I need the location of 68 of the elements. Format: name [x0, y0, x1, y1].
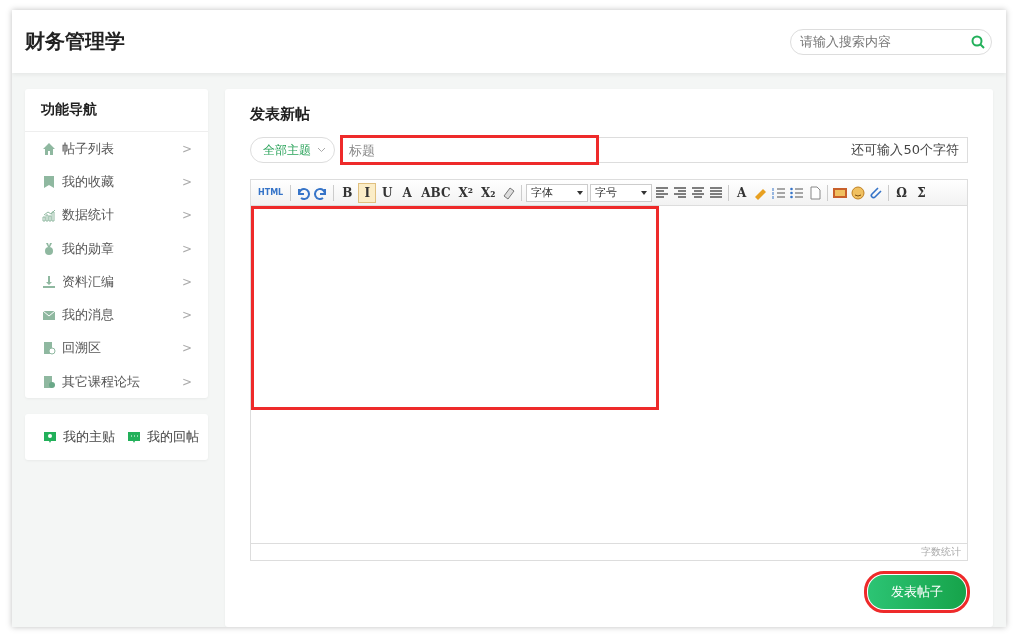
font-select[interactable]: 字体 — [525, 183, 588, 202]
download-icon — [42, 274, 56, 289]
chevron: > — [181, 241, 192, 256]
caret-icon — [640, 190, 647, 195]
nav-label: 数据统计 — [62, 206, 115, 225]
nav-label: 我的消息 — [62, 306, 115, 325]
align-center-icon[interactable] — [689, 184, 706, 201]
post-link[interactable]: 我的回帖 — [127, 428, 199, 447]
format-tool[interactable]: X₂ — [478, 182, 499, 203]
format-tool[interactable]: X² — [455, 182, 477, 203]
compose-title: 发表新帖 — [250, 105, 311, 124]
char-counter: 还可输入50个字符 — [851, 141, 959, 159]
nav-title: 功能导航 — [25, 89, 208, 132]
chevron: > — [181, 374, 192, 389]
title-field[interactable]: 标题 还可输入50个字符 — [341, 137, 968, 163]
medal-icon — [42, 241, 56, 256]
bookmark-icon — [42, 174, 56, 189]
user-board-icon — [43, 430, 57, 445]
format-tool[interactable]: A — [398, 182, 417, 203]
chevron: > — [181, 341, 192, 356]
link-label: 我的主贴 — [63, 428, 115, 447]
search-icon[interactable] — [971, 34, 985, 49]
chevron: > — [181, 141, 192, 156]
format-tool[interactable]: B — [338, 182, 357, 203]
format-tool[interactable]: A — [732, 182, 751, 203]
font-select[interactable]: 字号 — [589, 183, 652, 202]
chevron: > — [181, 274, 192, 289]
nav-item[interactable]: 我的消息 > — [25, 298, 208, 332]
format-tool[interactable]: Ω — [892, 182, 911, 203]
smiley-icon[interactable] — [849, 184, 866, 201]
mail-icon — [42, 308, 56, 323]
align-left-icon[interactable] — [653, 184, 670, 201]
link-label: 我的回帖 — [147, 428, 199, 447]
format-tool[interactable]: U — [378, 182, 397, 203]
chevron: > — [181, 174, 192, 189]
home-icon — [42, 141, 56, 156]
nav-item[interactable]: 我的收藏 > — [25, 165, 208, 199]
nav-label: 回溯区 — [62, 339, 102, 358]
chevron: > — [181, 208, 192, 223]
chevron: > — [181, 308, 192, 323]
chat-icon — [127, 430, 141, 445]
word-count: 字数统计 — [251, 543, 967, 560]
nav-item[interactable]: 帖子列表 > — [25, 132, 208, 166]
chart-icon — [42, 208, 56, 223]
document-icon — [42, 341, 56, 356]
nav-item[interactable]: 其它课程论坛 > — [25, 365, 208, 399]
course-title: 财务管理学 — [25, 28, 125, 55]
nav-item[interactable]: 数据统计 > — [25, 198, 208, 232]
paperclip-icon[interactable] — [867, 184, 884, 201]
nav-label: 其它课程论坛 — [62, 372, 141, 391]
nav-item[interactable]: 回溯区 > — [25, 331, 208, 366]
document-icon — [42, 374, 56, 389]
nav-item[interactable]: 我的勋章 > — [25, 231, 208, 266]
caret-icon — [576, 190, 583, 195]
nav-label: 帖子列表 — [62, 139, 115, 158]
nav-item[interactable]: 资料汇编 > — [25, 265, 208, 299]
search-field[interactable]: 请输入搜索内容 — [790, 28, 992, 55]
nav-label: 我的勋章 — [62, 239, 115, 258]
align-right-icon[interactable] — [671, 184, 688, 201]
chevron-down-icon — [317, 147, 326, 153]
format-tool[interactable]: HTML — [255, 182, 287, 203]
post-link[interactable]: 我的主贴 — [43, 428, 115, 447]
nav-label: 资料汇编 — [62, 272, 115, 291]
format-tool[interactable]: ABC — [418, 182, 454, 203]
nav-label: 我的收藏 — [62, 172, 115, 191]
justify-icon[interactable] — [707, 184, 724, 201]
format-tool[interactable]: Σ — [912, 182, 931, 203]
format-tool[interactable]: I — [358, 182, 377, 203]
